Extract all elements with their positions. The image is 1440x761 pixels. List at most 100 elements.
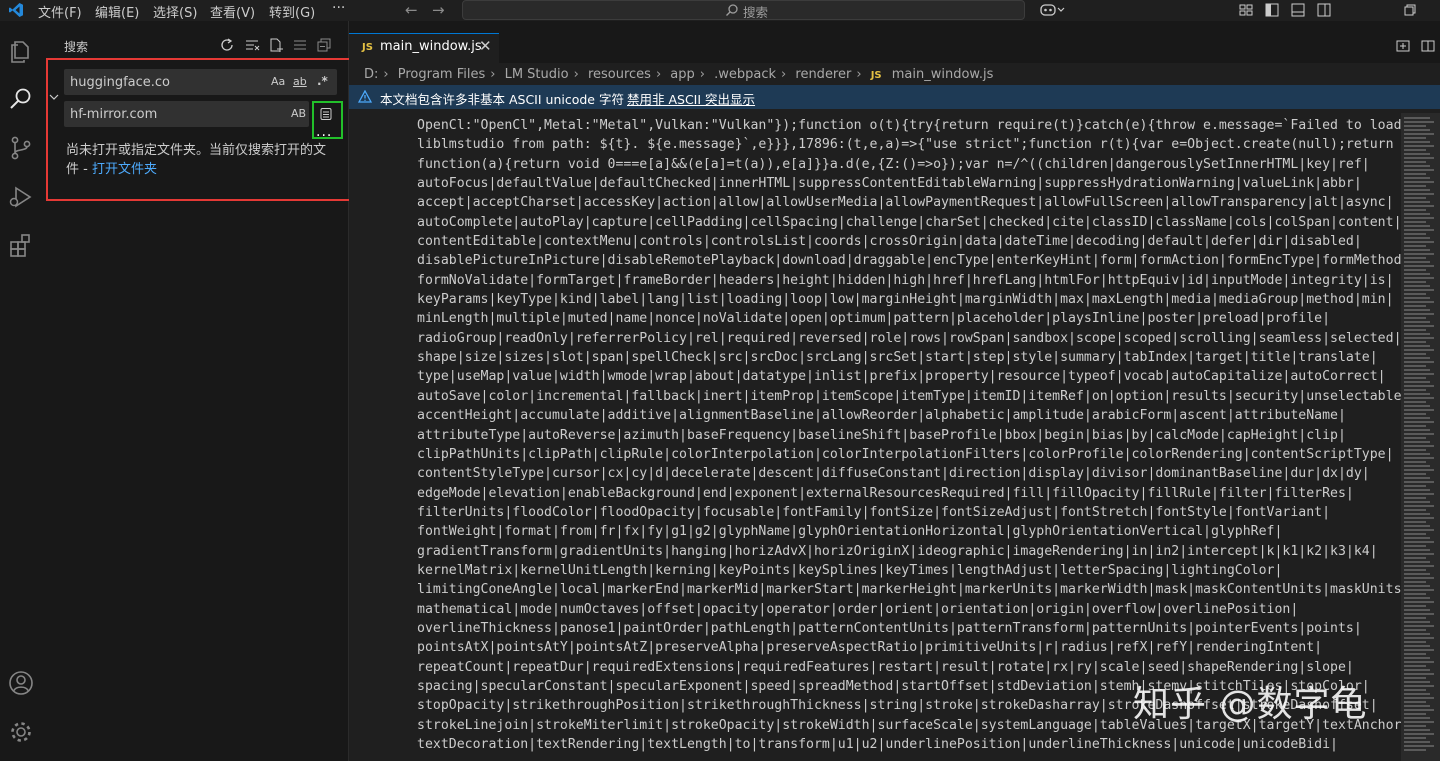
new-search-editor-icon[interactable] (268, 37, 284, 53)
menu-more-button[interactable]: ··· (332, 0, 345, 16)
minimap-line (1404, 341, 1426, 343)
breadcrumb-item[interactable]: D: (364, 67, 378, 82)
menu-selection[interactable]: 选择(S) (153, 2, 197, 21)
replace-input[interactable] (70, 104, 260, 124)
minimap[interactable] (1401, 113, 1440, 761)
source-control-icon[interactable] (7, 134, 35, 162)
minimap-line (1404, 281, 1426, 283)
search-input[interactable] (70, 72, 260, 92)
replace-input-box[interactable]: AB (64, 101, 309, 127)
minimap-line (1404, 477, 1430, 479)
menu-view[interactable]: 查看(V) (210, 2, 255, 21)
extensions-icon[interactable] (7, 232, 35, 260)
minimap-line (1404, 433, 1434, 435)
match-case-toggle[interactable]: Aa (271, 75, 285, 88)
breadcrumb-item[interactable]: app (670, 67, 694, 82)
tab-close-icon[interactable]: ✕ (479, 37, 492, 55)
toggle-primary-sidebar-icon[interactable] (1264, 2, 1280, 18)
watermark-text: 知乎 @数字龟 (1133, 684, 1368, 725)
minimap-line (1404, 265, 1434, 267)
minimap-line (1404, 293, 1426, 295)
accounts-icon[interactable] (7, 669, 35, 697)
copilot-icon[interactable] (1040, 2, 1068, 18)
code-line: limitingConeAngle|local|markerEnd|marker… (417, 582, 1407, 598)
breadcrumb-item[interactable]: .webpack (714, 67, 776, 82)
minimap-line (1404, 605, 1426, 607)
breadcrumb-item[interactable]: resources (588, 67, 651, 82)
minimap-line (1404, 589, 1434, 591)
more-options-button[interactable]: ... (316, 124, 332, 140)
tab-main-window-js[interactable]: JS main_window.js ✕ (349, 33, 499, 63)
minimap-line (1404, 485, 1426, 487)
view-as-tree-icon[interactable] (292, 37, 308, 53)
minimap-line (1404, 725, 1426, 727)
minimap-line (1404, 553, 1434, 555)
minimap-line (1404, 285, 1430, 287)
back-arrow-icon[interactable]: ← (405, 1, 418, 19)
refresh-icon[interactable] (219, 37, 235, 53)
minimap-line (1404, 405, 1430, 407)
breadcrumb-item[interactable]: Program Files (398, 67, 486, 82)
search-icon[interactable] (7, 85, 35, 113)
open-folder-link[interactable]: 打开文件夹 (92, 162, 157, 177)
menu-file[interactable]: 文件(F) (38, 2, 82, 21)
minimap-line (1404, 729, 1430, 731)
minimap-line (1404, 593, 1426, 595)
code-line: formNoValidate|formTarget|frameBorder|he… (417, 272, 1394, 288)
collapse-all-icon[interactable] (316, 37, 332, 53)
minimap-line (1404, 701, 1426, 703)
breadcrumb-item[interactable]: LM Studio (505, 67, 569, 82)
open-changes-icon[interactable] (1396, 39, 1410, 53)
split-editor-icon[interactable] (1421, 39, 1435, 53)
settings-gear-icon[interactable] (7, 718, 35, 746)
minimap-line (1404, 537, 1430, 539)
breadcrumb-file[interactable]: main_window.js (892, 67, 994, 82)
minimap-line (1404, 545, 1426, 547)
run-and-debug-icon[interactable] (7, 183, 35, 211)
minimap-line (1404, 673, 1434, 675)
code-line: fontWeight|format|from|fr|fx|fy|g1|g2|gl… (417, 524, 1283, 540)
minimap-line (1404, 193, 1434, 195)
minimap-line (1404, 201, 1430, 203)
minimap-line (1404, 569, 1426, 571)
minimap-line (1404, 493, 1434, 495)
minimap-line (1404, 209, 1426, 211)
disable-highlight-link[interactable]: 禁用非 ASCII 突出显示 (627, 89, 755, 108)
minimap-line (1404, 445, 1434, 447)
minimap-line (1404, 121, 1434, 123)
minimap-line (1404, 641, 1426, 643)
activity-bar (0, 21, 43, 761)
layout-customize-icon[interactable] (1238, 2, 1254, 18)
command-center[interactable]: 搜索 (462, 0, 1025, 20)
minimap-line (1404, 389, 1426, 391)
clear-results-icon[interactable] (244, 37, 260, 53)
search-input-box[interactable]: Aa ab .* (64, 69, 337, 95)
code-content[interactable]: OpenCl:"OpenCl",Metal:"Metal",Vulkan:"Vu… (417, 116, 1407, 761)
minimap-line (1404, 573, 1430, 575)
code-line: type|useMap|value|width|wmode|wrap|about… (417, 369, 1386, 385)
minimap-line (1404, 685, 1434, 687)
breadcrumb-item[interactable]: renderer (795, 67, 851, 82)
preserve-case-toggle[interactable]: AB (291, 107, 306, 120)
menu-edit[interactable]: 编辑(E) (95, 2, 139, 21)
toggle-secondary-sidebar-icon[interactable] (1316, 2, 1332, 18)
minimap-line (1404, 529, 1434, 531)
minimap-line (1404, 205, 1434, 207)
explorer-icon[interactable] (7, 37, 35, 65)
regex-toggle[interactable]: .* (317, 74, 328, 88)
forward-arrow-icon[interactable]: → (432, 1, 445, 19)
whole-word-toggle[interactable]: ab (293, 75, 307, 88)
sidebar-title: 搜索 (64, 40, 89, 54)
minimap-line (1404, 365, 1426, 367)
toggle-replace-chevron-icon[interactable] (49, 92, 59, 102)
code-line: gradientTransform|gradientUnits|hanging|… (417, 543, 1378, 559)
restore-window-icon[interactable] (1402, 2, 1418, 18)
minimap-line (1404, 217, 1434, 219)
minimap-line (1404, 693, 1430, 695)
menu-go[interactable]: 转到(G) (269, 2, 315, 21)
replace-all-icon[interactable] (319, 107, 333, 121)
minimap-line (1404, 141, 1430, 143)
minimap-line (1404, 337, 1434, 339)
toggle-panel-icon[interactable] (1290, 2, 1306, 18)
minimap-line (1404, 309, 1430, 311)
